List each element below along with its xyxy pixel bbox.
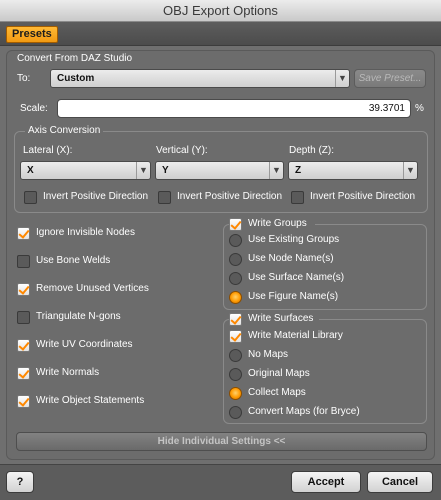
write-groups-label: Write Groups [248,218,307,229]
invert-depth-label: Invert Positive Direction [310,191,416,202]
radio-icon [229,368,242,381]
vertical-dropdown-value: Y [162,165,169,176]
lateral-dropdown-value: X [27,165,34,176]
hide-individual-settings-button[interactable]: Hide Individual Settings << [16,432,427,451]
checkbox-icon [17,311,30,324]
collect-maps-label: Collect Maps [248,387,306,398]
presets-bar: Presets [0,22,441,46]
checkbox-icon [17,395,30,408]
checkbox-icon [17,339,30,352]
radio-icon [229,272,242,285]
convert-panel: Convert From DAZ Studio To: Custom ▼ Sav… [6,50,435,460]
save-preset-button[interactable]: Save Preset... [354,69,426,88]
to-dropdown-value: Custom [57,73,95,84]
checkbox-icon [17,227,30,240]
window-title: OBJ Export Options [163,3,278,18]
radio-icon [229,291,242,304]
ignore-invisible-nodes-label: Ignore Invisible Nodes [36,227,135,238]
original-maps-label: Original Maps [248,368,310,379]
checkbox-icon [24,191,37,204]
write-groups-checkbox[interactable]: Write Groups [229,217,315,233]
to-label: To: [17,73,31,84]
checkbox-icon [17,283,30,296]
write-material-library-label: Write Material Library [248,330,343,341]
help-button[interactable]: ? [6,471,34,493]
use-bone-welds-label: Use Bone Welds [36,255,111,266]
write-surfaces-checkbox[interactable]: Write Surfaces [229,312,319,328]
lateral-label: Lateral (X): [23,145,73,156]
accept-button[interactable]: Accept [291,471,361,493]
window-title-bar: OBJ Export Options [0,0,441,22]
convert-maps-bryce-label: Convert Maps (for Bryce) [248,406,360,417]
scale-input[interactable]: 39.3701 [57,99,411,118]
write-object-statements-label: Write Object Statements [36,395,145,406]
scale-unit: % [415,103,424,114]
checkbox-icon [17,255,30,268]
triangulate-ngons-label: Triangulate N-gons [36,311,121,322]
radio-icon [229,406,242,419]
invert-vertical-label: Invert Positive Direction [177,191,283,202]
depth-dropdown[interactable]: Z ▼ [288,161,418,180]
chevron-down-icon: ▼ [269,162,283,179]
vertical-label: Vertical (Y): [156,145,208,156]
write-uv-coordinates-label: Write UV Coordinates [36,339,133,350]
remove-unused-vertices-label: Remove Unused Vertices [36,283,149,294]
checkbox-icon [229,313,242,326]
presets-tab[interactable]: Presets [6,26,58,43]
chevron-down-icon: ▼ [335,70,349,87]
depth-dropdown-value: Z [295,165,302,176]
checkbox-icon [158,191,171,204]
vertical-dropdown[interactable]: Y ▼ [155,161,284,180]
checkbox-icon [17,367,30,380]
axis-conversion-legend: Axis Conversion [25,125,104,136]
convert-section-legend: Convert From DAZ Studio [17,53,133,64]
radio-icon [229,387,242,400]
use-figure-names-label: Use Figure Name(s) [248,291,339,302]
scale-label: Scale: [20,103,48,114]
checkbox-icon [229,218,242,231]
use-surface-names-label: Use Surface Name(s) [248,272,345,283]
to-dropdown[interactable]: Custom ▼ [50,69,350,88]
invert-lateral-label: Invert Positive Direction [43,191,149,202]
radio-icon [229,253,242,266]
cancel-button[interactable]: Cancel [367,471,433,493]
radio-icon [229,234,242,247]
use-node-names-label: Use Node Name(s) [248,253,334,264]
lateral-dropdown[interactable]: X ▼ [20,161,151,180]
checkbox-icon [291,191,304,204]
write-normals-label: Write Normals [36,367,100,378]
write-surfaces-label: Write Surfaces [248,313,314,324]
depth-label: Depth (Z): [289,145,335,156]
use-existing-groups-label: Use Existing Groups [248,234,340,245]
checkbox-icon [229,330,242,343]
no-maps-label: No Maps [248,349,289,360]
chevron-down-icon: ▼ [403,162,417,179]
radio-icon [229,349,242,362]
chevron-down-icon: ▼ [136,162,150,179]
help-icon: ? [16,476,24,488]
